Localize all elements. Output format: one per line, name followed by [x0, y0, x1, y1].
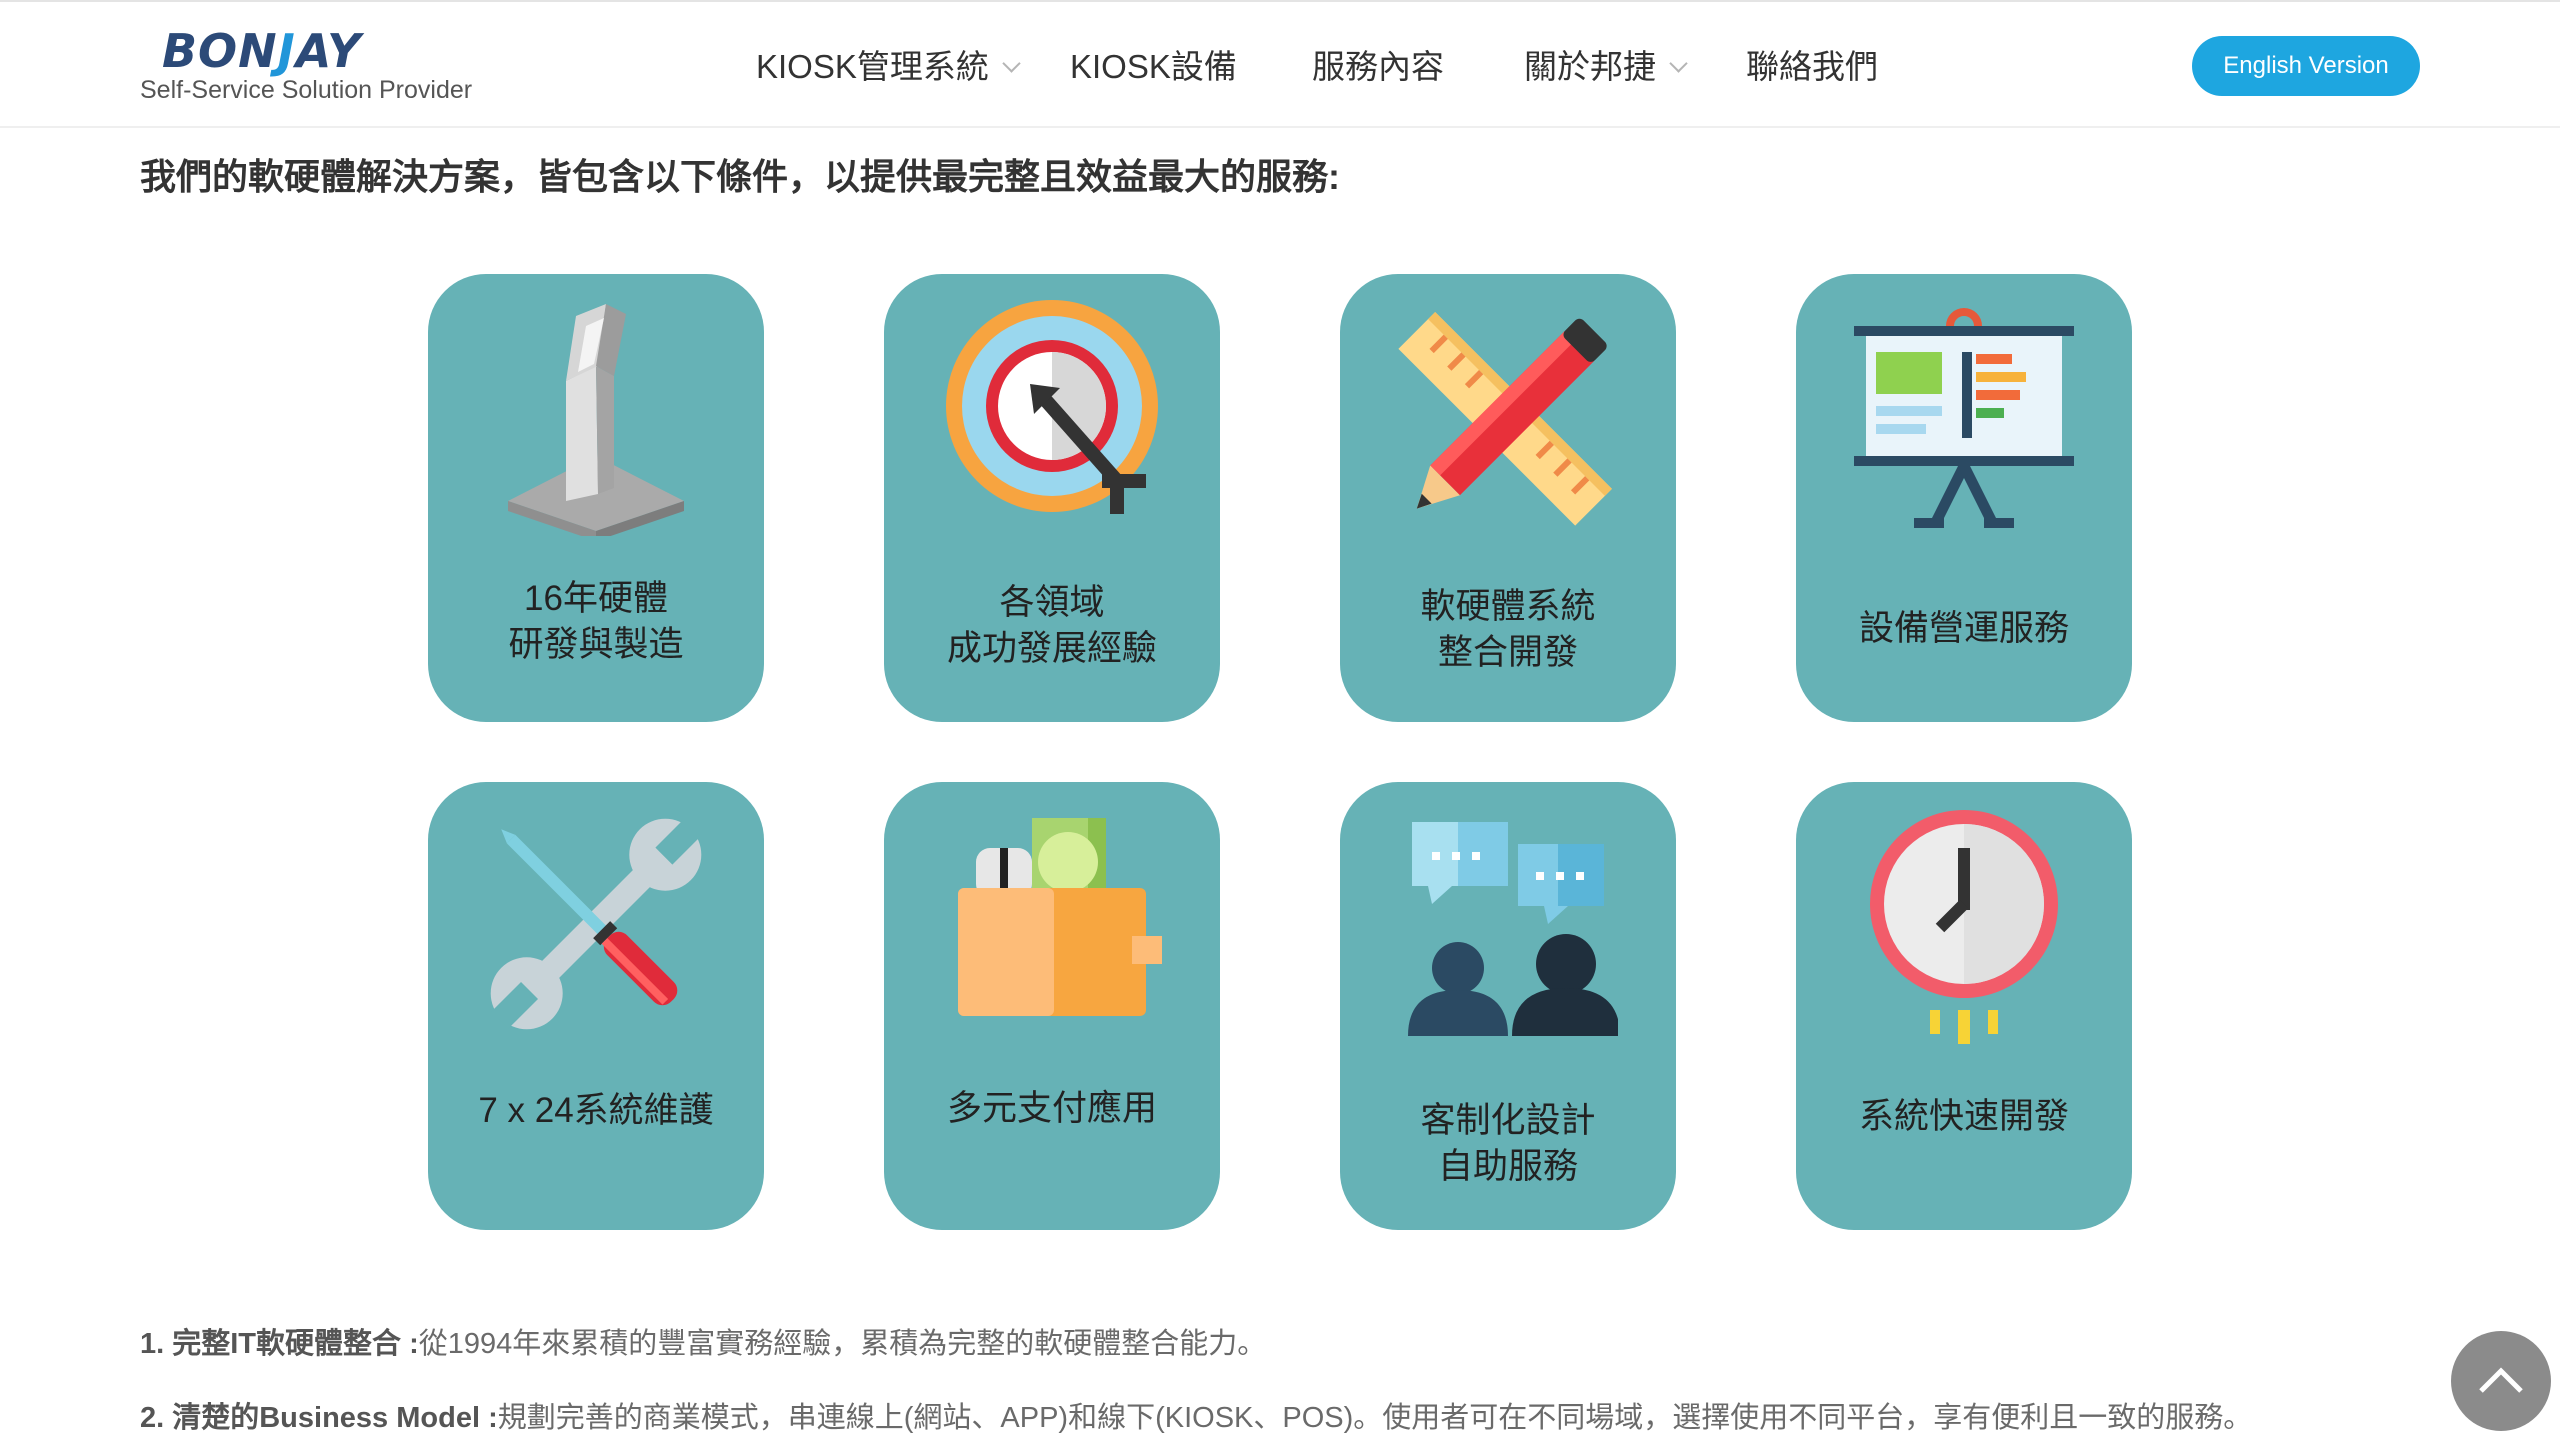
- point-title: 1. 完整IT軟硬體整合 :: [140, 1328, 419, 1360]
- point-title: 2. 清楚的Business Model :: [140, 1402, 498, 1434]
- nav-contact[interactable]: 聯絡我們: [1746, 40, 1878, 88]
- card-label: 客制化設計 自助服務: [1420, 1101, 1596, 1186]
- feature-card-experience: 各領域 成功發展經驗: [884, 274, 1220, 722]
- logo-wordmark: BONJAY: [162, 24, 362, 78]
- bonjay-logo[interactable]: BONJAY Self-Service Solution Provider: [140, 20, 472, 110]
- nav-services[interactable]: 服務內容: [1312, 40, 1444, 88]
- feature-card-maintenance: 7 x 24系統維護: [428, 782, 764, 1230]
- english-version-button[interactable]: English Version: [2192, 36, 2420, 96]
- feature-card-operation: 設備營運服務: [1796, 274, 2132, 722]
- clock-icon: [1870, 810, 2058, 1044]
- target-icon: [946, 300, 1158, 514]
- nav-label: KIOSK設備: [1070, 48, 1237, 85]
- nav-about[interactable]: 關於邦捷: [1524, 40, 1688, 88]
- scroll-to-top-button[interactable]: [2451, 1331, 2551, 1431]
- nav-kiosk-equipment[interactable]: KIOSK設備: [1070, 40, 1237, 88]
- chevron-up-icon: [2479, 1367, 2523, 1393]
- feature-point: 2. 清楚的Business Model :規劃完善的商業模式，串連線上(網站、…: [140, 1394, 2252, 1436]
- card-label: 多元支付應用: [946, 1089, 1157, 1128]
- nav-label: 服務內容: [1312, 48, 1444, 85]
- card-label: 各領域 成功發展經驗: [946, 583, 1157, 668]
- point-text: 從1994年來累積的豐富實務經驗，累積為完整的軟硬體整合能力。: [418, 1328, 1267, 1360]
- wallet-payment-icon: [958, 818, 1162, 1016]
- nav-label: 關於邦捷: [1524, 48, 1656, 85]
- nav-label: KIOSK管理系統: [756, 48, 989, 85]
- feature-card-custom-design: 客制化設計 自助服務: [1340, 782, 1676, 1230]
- feature-card-integration: 軟硬體系統 整合開發: [1340, 274, 1676, 722]
- card-label: 7 x 24系統維護: [478, 1091, 714, 1130]
- nav-label: 聯絡我們: [1746, 48, 1878, 85]
- tools-icon: [490, 817, 703, 1030]
- card-label: 系統快速開發: [1858, 1097, 2069, 1136]
- pencil-ruler-icon: [1398, 312, 1612, 526]
- chevron-down-icon: [1669, 54, 1688, 73]
- card-label: 16年硬體 研發與製造: [508, 579, 684, 664]
- logo-tagline: Self-Service Solution Provider: [140, 76, 473, 104]
- card-label: 軟硬體系統 整合開發: [1420, 587, 1596, 672]
- nav-kiosk-management[interactable]: KIOSK管理系統: [756, 40, 1021, 88]
- site-header: BONJAY Self-Service Solution Provider KI…: [0, 0, 2560, 128]
- kiosk-icon: [508, 304, 684, 536]
- point-text: 規劃完善的商業模式，串連線上(網站、APP)和線下(KIOSK、POS)。使用者…: [497, 1402, 2253, 1434]
- chevron-down-icon: [1002, 54, 1021, 73]
- feature-card-rapid-dev: 系統快速開發: [1796, 782, 2132, 1230]
- feature-point: 1. 完整IT軟硬體整合 :從1994年來累積的豐富實務經驗，累積為完整的軟硬體…: [140, 1320, 1266, 1362]
- feature-card-payment: 多元支付應用: [884, 782, 1220, 1230]
- feature-card-hardware: 16年硬體 研發與製造: [428, 274, 764, 722]
- presentation-board-icon: [1854, 308, 2074, 528]
- card-label: 設備營運服務: [1858, 609, 2069, 648]
- intro-heading: 我們的軟硬體解決方案，皆包含以下條件，以提供最完整且效益最大的服務:: [140, 156, 1340, 197]
- chat-users-icon: [1408, 822, 1618, 1036]
